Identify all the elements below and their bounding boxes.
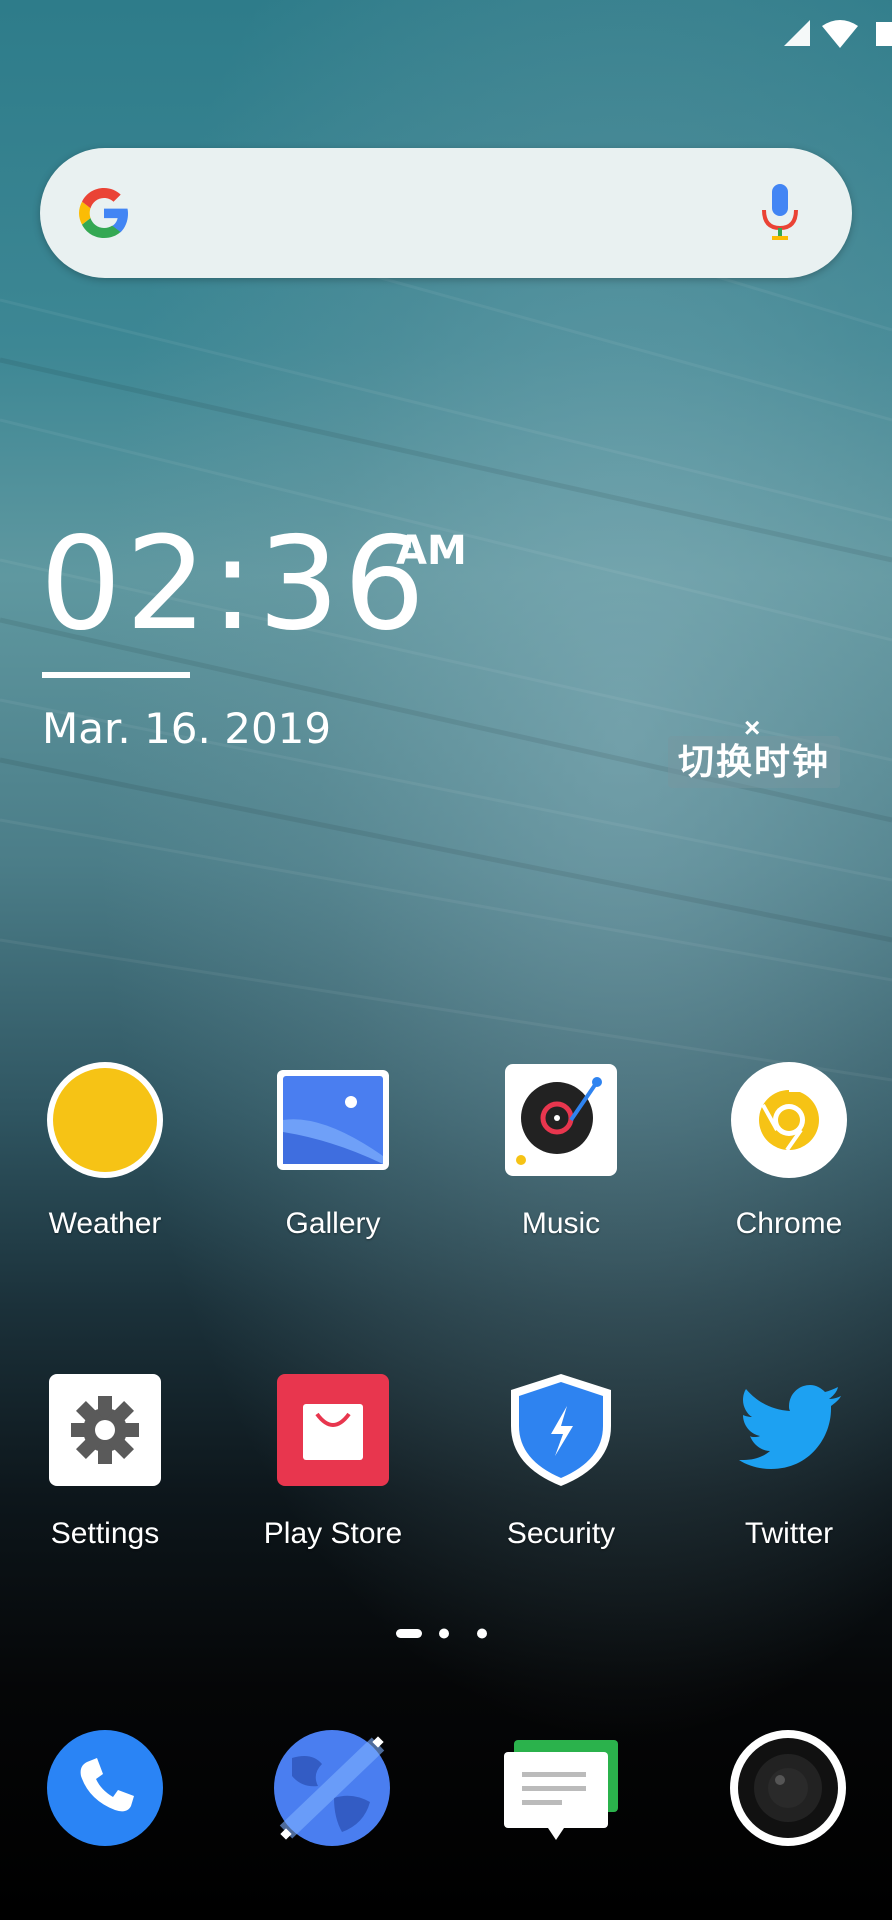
app-label: Gallery (285, 1207, 381, 1240)
app-security[interactable]: Security (466, 1370, 656, 1551)
app-gallery[interactable]: Gallery (238, 1060, 428, 1241)
chrome-icon (731, 1062, 847, 1178)
status-bar (772, 18, 892, 48)
twitter-icon (739, 1385, 841, 1469)
phone-icon[interactable] (45, 1728, 165, 1848)
app-label: Music (521, 1207, 601, 1240)
app-label: Chrome (735, 1207, 843, 1240)
app-music[interactable]: Music (466, 1060, 656, 1241)
camera-icon[interactable] (728, 1728, 848, 1848)
browser-icon[interactable] (272, 1728, 392, 1848)
app-settings[interactable]: Settings (10, 1370, 200, 1551)
settings-icon (49, 1374, 161, 1486)
app-chrome[interactable]: Chrome (694, 1060, 884, 1241)
app-label: Security (506, 1517, 616, 1550)
gallery-icon (277, 1070, 389, 1170)
messages-icon[interactable] (500, 1728, 620, 1848)
play-store-icon (277, 1374, 389, 1486)
switch-clock-button[interactable]: 切换时钟 (668, 736, 840, 788)
app-label: Settings (50, 1517, 160, 1550)
app-label: Play Store (263, 1517, 403, 1550)
clock-ampm: AM (396, 528, 467, 574)
battery-icon (876, 22, 892, 46)
clock-divider (42, 672, 190, 678)
page-dot (439, 1628, 449, 1639)
clock-widget[interactable]: 02:36 AM Mar. 16. 2019 (40, 510, 467, 754)
mic-icon[interactable] (760, 182, 800, 246)
clock-time: 02:36 (40, 510, 429, 659)
page-dot (477, 1628, 487, 1639)
app-label: Weather (48, 1207, 162, 1240)
security-icon (511, 1374, 611, 1486)
app-label: Twitter (744, 1517, 834, 1550)
app-play-store[interactable]: Play Store (238, 1370, 428, 1551)
app-twitter[interactable]: Twitter (694, 1370, 884, 1551)
cellular-signal-icon (784, 20, 810, 46)
page-indicator[interactable] (396, 1626, 496, 1640)
wifi-icon (822, 20, 858, 48)
page-dot-active (396, 1629, 422, 1638)
google-search-bar[interactable] (40, 148, 852, 278)
music-icon (505, 1064, 617, 1176)
google-logo-icon (79, 188, 128, 238)
clock-date: Mar. 16. 2019 (42, 704, 332, 753)
app-weather[interactable]: Weather (10, 1060, 200, 1241)
weather-icon (47, 1062, 163, 1178)
